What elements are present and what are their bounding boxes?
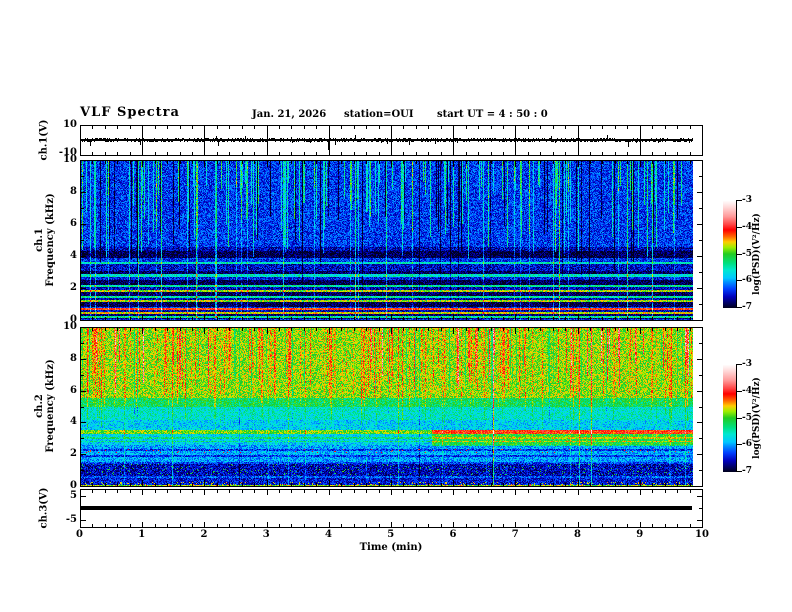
ch1-frequency-axis-label-line1: ch.1 (34, 228, 45, 252)
ch1-spec-ytick: 6 (70, 218, 77, 229)
colorbar-ch2 (723, 364, 743, 472)
colorbar-tick: -4 (742, 221, 752, 232)
ch2-spec-ytick: 4 (70, 416, 77, 428)
colorbar-ch1 (723, 200, 743, 308)
ch3-waveform-panel (80, 489, 703, 528)
ch2-frequency-axis-label-line2: Frequency (kHz) (45, 359, 56, 453)
station-label: station=OUI (344, 109, 414, 120)
ch1-spec-ytick: 8 (70, 186, 77, 197)
colorbar-tick: -7 (742, 466, 752, 476)
time-axis-label: Time (min) (359, 542, 423, 553)
time-xtick: 1 (138, 529, 146, 540)
time-xtick: 4 (325, 529, 332, 540)
ch1-spectrogram-panel (80, 160, 703, 321)
colorbar-tick: -5 (742, 248, 752, 259)
ch3-wave-ytick: 5 (70, 490, 77, 501)
time-xtick: 10 (695, 529, 709, 540)
time-xtick: 6 (449, 529, 457, 540)
colorbar-tick: -6 (742, 439, 752, 450)
time-xtick: 2 (200, 529, 208, 540)
date-label: Jan. 21, 2026 (252, 109, 327, 120)
ch2-spec-ytick: 2 (70, 448, 77, 460)
colorbar-tick: -3 (742, 195, 752, 205)
time-xtick: 8 (574, 529, 581, 540)
colorbar-tick: -4 (742, 385, 752, 396)
ch2-spectrogram-panel (80, 327, 703, 487)
time-xtick: 0 (76, 529, 83, 540)
ch1-frequency-axis-label: ch.1 Frequency (kHz) (34, 193, 56, 286)
ch2-spec-ytick: 10 (63, 321, 77, 332)
colorbar-tick: -5 (742, 412, 752, 423)
ch2-spec-ytick: 8 (70, 352, 77, 364)
time-xtick: 7 (511, 529, 519, 540)
ch1-spec-ytick: 2 (70, 282, 77, 293)
ch1-spec-ytick: 10 (63, 154, 77, 165)
ch1-frequency-axis-label-line2: Frequency (kHz) (45, 193, 56, 287)
vlf-spectra-figure: VLF Spectra Jan. 21, 2026 station=OUI st… (0, 0, 792, 612)
colorbar-tick: -7 (742, 302, 752, 312)
ch1-wave-ytick: 10 (63, 119, 77, 130)
colorbar-tick: -6 (742, 275, 752, 286)
ch3-wave-ytick: -5 (65, 514, 77, 525)
ch2-frequency-axis-label-line1: ch.2 (34, 394, 45, 418)
time-xtick: 9 (636, 529, 644, 540)
time-xtick: 5 (387, 529, 395, 540)
ch2-spec-ytick: 6 (70, 384, 77, 396)
ch1-waveform-panel (80, 125, 703, 156)
colorbar-tick: -3 (742, 359, 752, 369)
ch2-frequency-axis-label: ch.2 Frequency (kHz) (34, 359, 56, 452)
ch1-spec-ytick: 4 (70, 250, 77, 261)
time-xtick: 3 (262, 529, 270, 540)
start-time-label: start UT = 4 : 50 : 0 (437, 109, 548, 120)
plot-title: VLF Spectra (80, 105, 180, 120)
